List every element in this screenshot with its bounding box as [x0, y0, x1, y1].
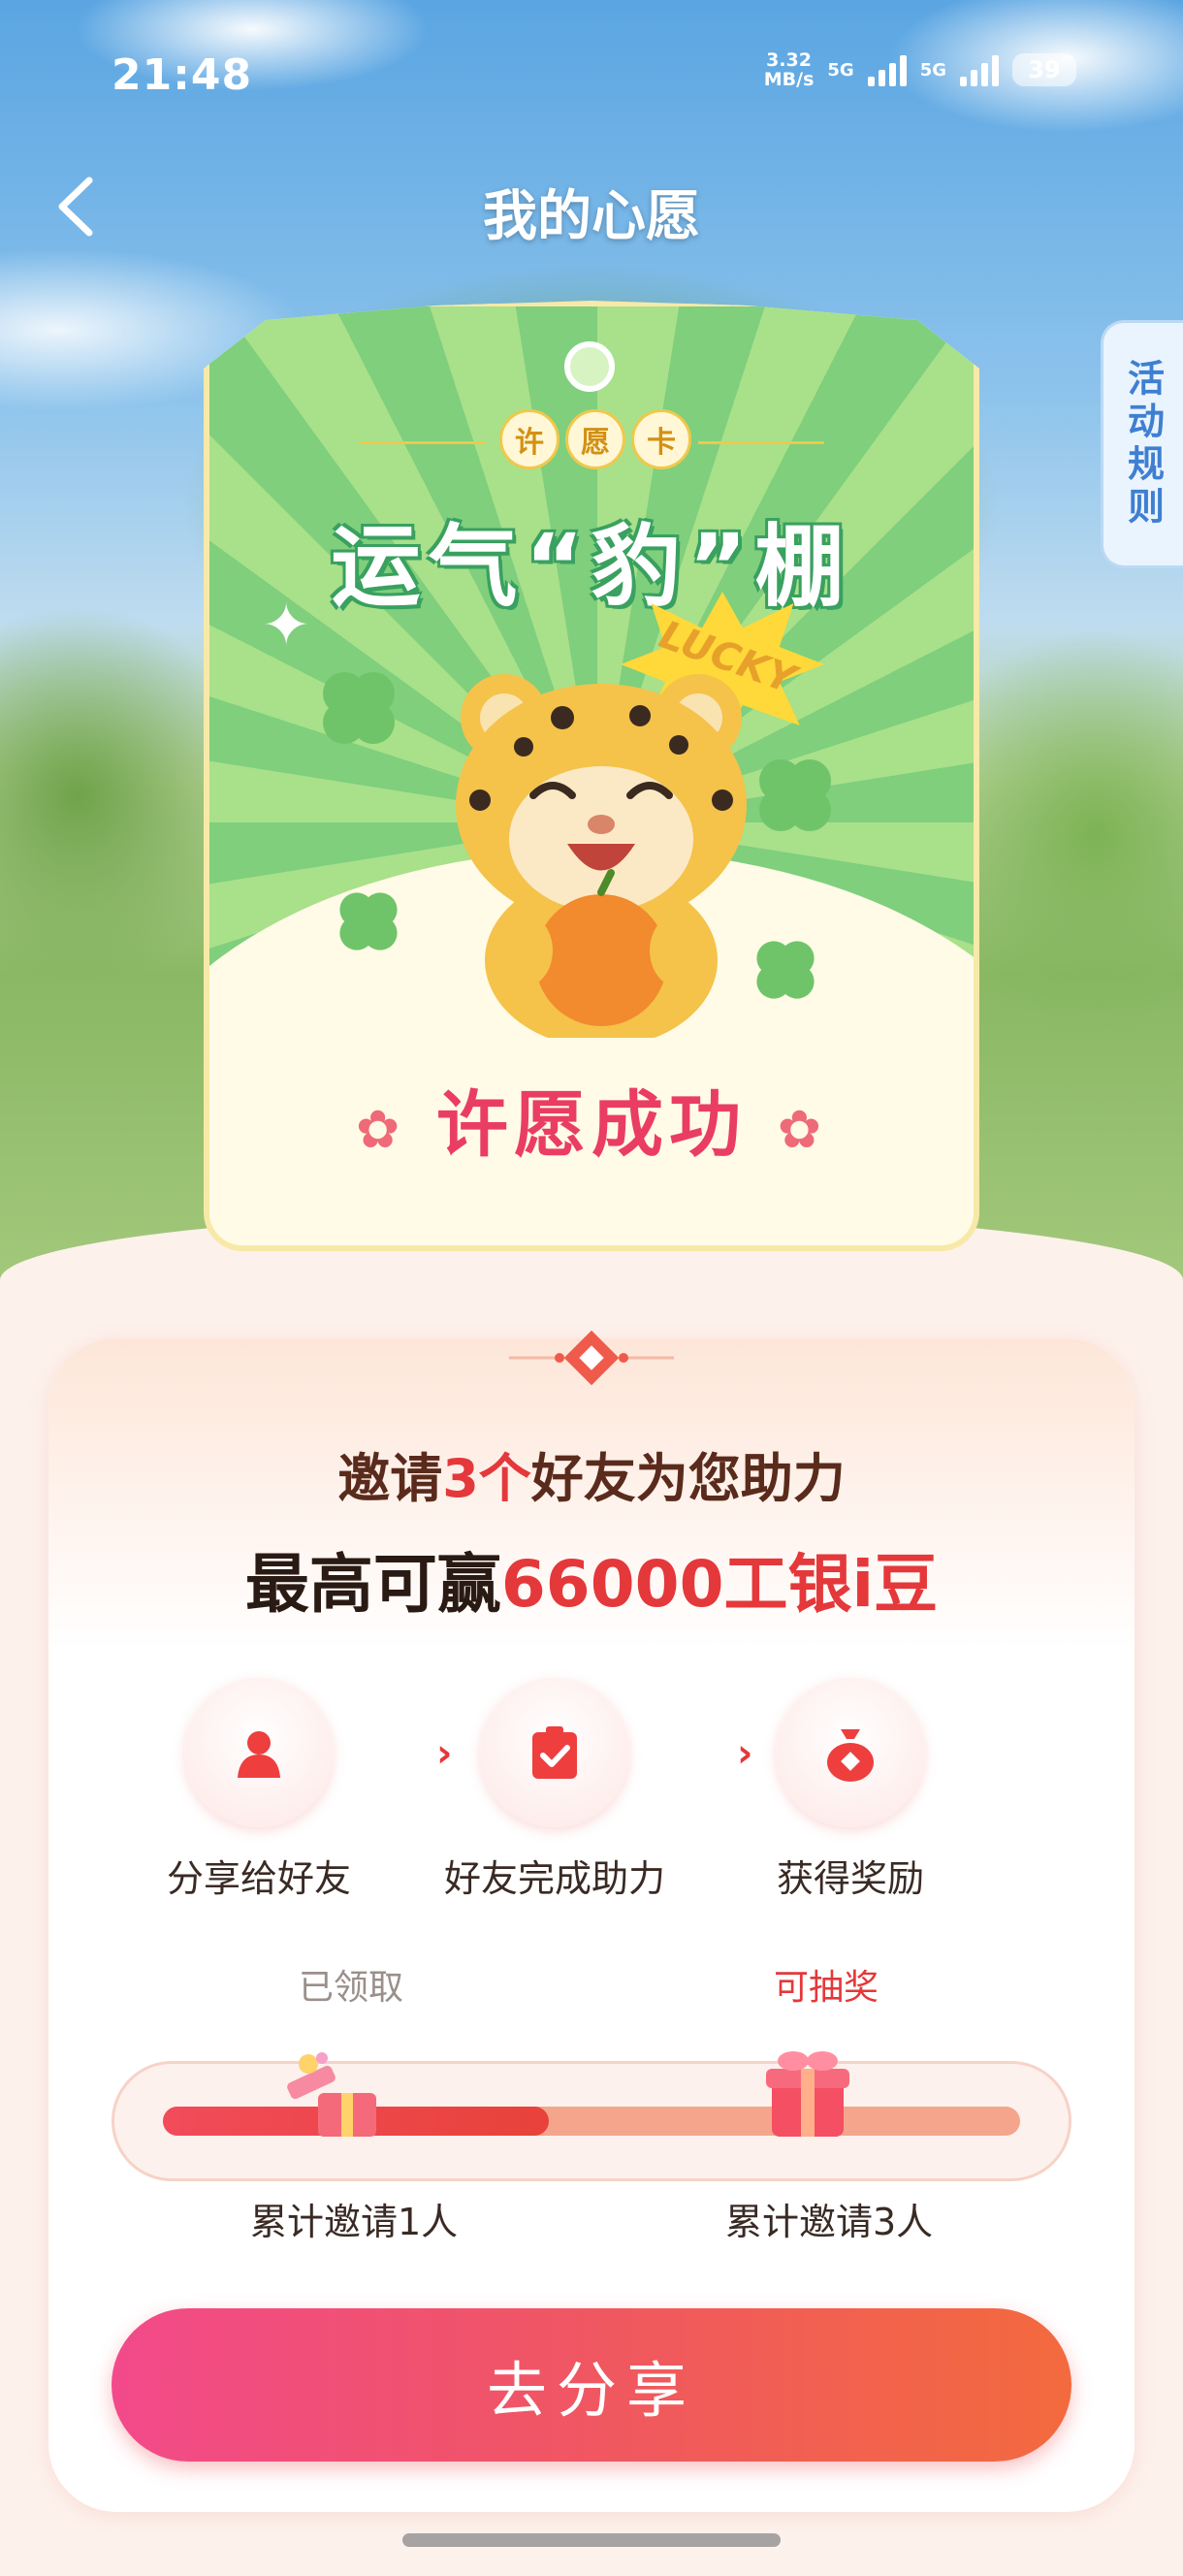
step-reward: 获得奖励: [734, 1678, 967, 1902]
activity-rules-label: 活动规则: [1121, 359, 1165, 530]
tag-char: 愿: [565, 409, 625, 469]
invite-panel: 邀请3个好友为您助力 最高可赢66000工银i豆 分享给好友 › 好友完成助力 …: [48, 1338, 1135, 2512]
status-indicators: 3.32 MB/s 5G 5G 39: [764, 50, 1076, 89]
tag-char: 卡: [631, 409, 691, 469]
speed-unit: MB/s: [763, 69, 815, 90]
invite-steps: 分享给好友 › 好友完成助力 › 获得奖励: [48, 1678, 1135, 1901]
wish-card-tag: 许 愿 卡: [499, 409, 691, 469]
flower-icon: ✿: [777, 1098, 828, 1160]
signal-icon: [960, 53, 999, 86]
step-label: 获得奖励: [776, 1857, 924, 1900]
network-type-2: 5G: [919, 59, 946, 80]
speed-value: 3.32: [766, 49, 812, 71]
prize-value: 66000工银i豆: [500, 1547, 939, 1622]
prize-headline: 最高可赢66000工银i豆: [48, 1532, 1135, 1626]
clover-icon: [323, 672, 395, 744]
drawable-label: 可抽奖: [774, 1968, 879, 2008]
wish-card: 许 愿 卡 运气“豹”棚 LUCKY ✦ ✿ 许愿成功 ✿: [204, 301, 979, 1251]
network-type-1: 5G: [827, 59, 854, 80]
leopard-mascot-icon: [456, 674, 747, 1038]
invite-prefix: 邀请: [337, 1448, 443, 1509]
invite-count-3: 累计邀请3人: [725, 2201, 934, 2243]
clipboard-check-icon: [532, 1726, 577, 1779]
step-share: 分享给好友: [143, 1678, 375, 1902]
signal-icon: [867, 53, 907, 86]
share-button[interactable]: 去分享: [112, 2308, 1071, 2462]
step-circle: [480, 1678, 629, 1827]
invite-suffix: 好友为您助力: [530, 1448, 846, 1509]
invite-headline: 邀请3个好友为您助力: [48, 1435, 1135, 1512]
step-label: 好友完成助力: [443, 1857, 665, 1900]
card-slogan: 运气“豹”棚: [331, 515, 852, 619]
claimed-label: 已领取: [299, 1968, 404, 2008]
panel-ornament-icon: [509, 1330, 674, 1386]
invite-count: 3个: [442, 1448, 531, 1509]
user-icon: [238, 1731, 280, 1778]
clover-icon: [339, 892, 398, 950]
progress-track: [112, 2051, 1071, 2181]
flower-icon: ✿: [355, 1098, 406, 1160]
prize-prefix: 最高可赢: [244, 1547, 501, 1622]
card-hole: [564, 341, 615, 392]
wish-success-text: ✿ 许愿成功 ✿: [204, 1067, 979, 1171]
money-bag-icon: [827, 1729, 874, 1782]
step-friend-assist: 好友完成助力: [438, 1678, 671, 1902]
gift-box-icon[interactable]: [754, 2040, 861, 2146]
wish-status: 许愿成功: [436, 1083, 747, 1167]
step-label: 分享给好友: [166, 1857, 351, 1900]
network-speed: 3.32 MB/s: [764, 50, 815, 89]
home-indicator[interactable]: [402, 2533, 781, 2547]
tag-char: 许: [499, 409, 560, 469]
sparkle-icon: ✦: [262, 592, 311, 660]
activity-rules-tab[interactable]: 活动规则: [1101, 320, 1183, 568]
tag-decoration-left: [359, 441, 485, 444]
status-time: 21:48: [112, 50, 253, 100]
battery-icon: 39: [1012, 53, 1076, 86]
gift-opened-icon[interactable]: [279, 2045, 386, 2151]
tag-decoration-right: [698, 441, 824, 444]
step-circle: [776, 1678, 925, 1827]
step-circle: [184, 1678, 334, 1827]
invite-count-1: 累计邀请1人: [250, 2201, 459, 2243]
page-title: 我的心愿: [483, 185, 700, 248]
